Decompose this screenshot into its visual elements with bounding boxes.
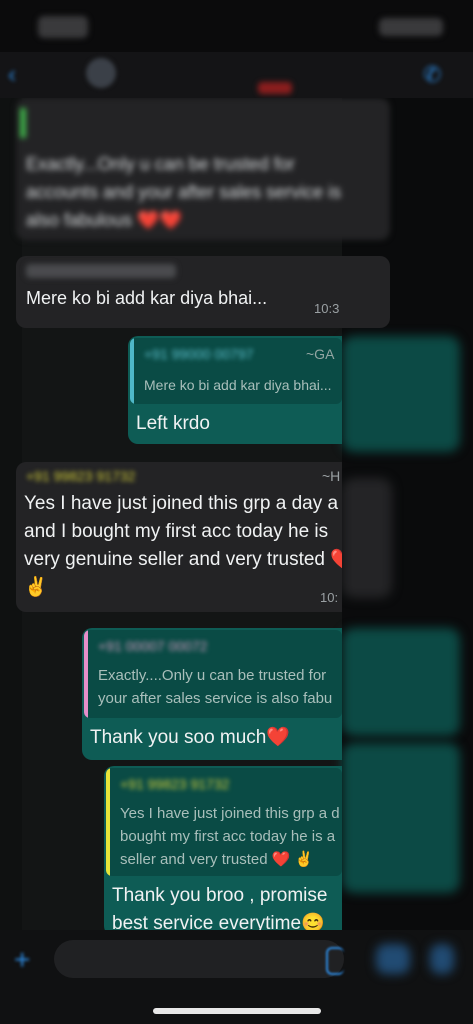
chevron-left-icon: ‹ [8,61,16,88]
quote-bar [130,338,134,404]
quote-line: bought my first acc today he is a [120,828,336,845]
status-bar [0,0,473,52]
quote-line: Exactly....Only u can be trusted for [98,667,327,684]
quoted-message[interactable]: +91 99823 91732 Yes I have just joined t… [106,768,342,876]
message-text: Mere ko bi add kar diya bhai... [26,288,268,308]
quote-text: Exactly....Only u can be trusted for you… [98,664,332,710]
plus-icon: + [14,944,31,975]
quote-bar [84,630,88,718]
quote-bar [106,768,110,876]
back-button[interactable]: ‹ [8,60,60,90]
message-input[interactable] [54,940,344,978]
camera-icon[interactable] [376,944,410,974]
home-indicator[interactable] [153,1008,321,1014]
blurred-bubble [342,628,460,736]
attach-button[interactable]: + [14,940,40,980]
quote-line: seller and very trusted ❤️ ✌️ [120,851,314,868]
message-line: Thank you broo , promise [112,885,328,906]
message-bubble-outgoing[interactable]: +91 99000 00797 ~GA Mere ko bi add kar d… [128,336,342,444]
quote-text: Mere ko bi add kar diya bhai... [144,377,332,393]
message-line: Yes I have just joined this grp a day a [24,493,339,514]
message-bubble-incoming[interactable]: Exactly...Only u can be trusted for acco… [16,98,390,240]
blurred-bubble [342,336,460,452]
message-line: best service everytime😊 [112,913,325,930]
sender-name: ~H [322,468,341,484]
blurred-bubble [342,478,392,598]
message-line: and I bought my first acc today he is [24,521,329,542]
message-text: Thank you broo , promise best service ev… [112,882,327,930]
quoted-message[interactable]: +91 99000 00797 ~GA Mere ko bi add kar d… [130,338,342,404]
sender-phone: +91 99823 91732 [26,468,136,484]
title-badge [258,82,292,94]
message-text: Yes I have just joined this grp a day a … [24,490,342,602]
message-text: Left krdo [136,413,210,434]
message-bubble-outgoing[interactable]: +91 99823 91732 Yes I have just joined t… [104,766,342,930]
quote-sender: +91 00007 00072 [98,638,208,654]
group-avatar[interactable] [86,58,116,88]
message-line: ✌️ [24,577,48,598]
quote-bar [20,108,26,138]
phone-icon: ✆ [423,62,442,87]
quote-sender-name: ~GA [306,346,335,362]
quote-line: your after sales service is also fabu [98,690,333,707]
chat-header: ‹ ✆ [0,52,473,98]
message-line: accounts and your after sales service is [26,182,342,202]
message-line: Exactly...Only u can be trusted for [26,154,295,174]
message-time: 10: [320,590,339,605]
message-line: very genuine seller and very trusted ❤️ [24,549,342,570]
chat-area[interactable]: Exactly...Only u can be trusted for acco… [0,98,473,930]
message-text: Thank you soo much❤️ [90,727,291,748]
quote-text: Yes I have just joined this grp a d boug… [120,802,340,871]
mic-icon[interactable] [430,944,454,974]
message-bubble-incoming[interactable]: Mere ko bi add kar diya bhai... 10:3 [16,256,390,328]
sender-name [26,264,176,278]
quote-sender: +91 99823 91732 [120,776,230,792]
call-button[interactable]: ✆ [423,60,453,90]
blurred-bubble [342,743,460,893]
message-time: 10:3 [314,301,340,316]
message-bubble-outgoing[interactable]: +91 00007 00072 Exactly....Only u can be… [82,628,342,760]
sticker-icon[interactable] [326,947,344,975]
message-line: also fabulous ❤️❤️ [26,210,182,230]
message-bubble-incoming[interactable]: +91 99823 91732 ~H Yes I have just joine… [16,462,342,612]
quoted-message[interactable]: +91 00007 00072 Exactly....Only u can be… [84,630,342,718]
quote-sender: +91 99000 00797 [144,346,254,362]
status-icons [379,18,443,36]
group-title[interactable] [130,62,340,82]
message-text: Exactly...Only u can be trusted for acco… [26,150,341,234]
quote-line: Yes I have just joined this grp a d [120,805,340,822]
status-time [38,16,88,38]
